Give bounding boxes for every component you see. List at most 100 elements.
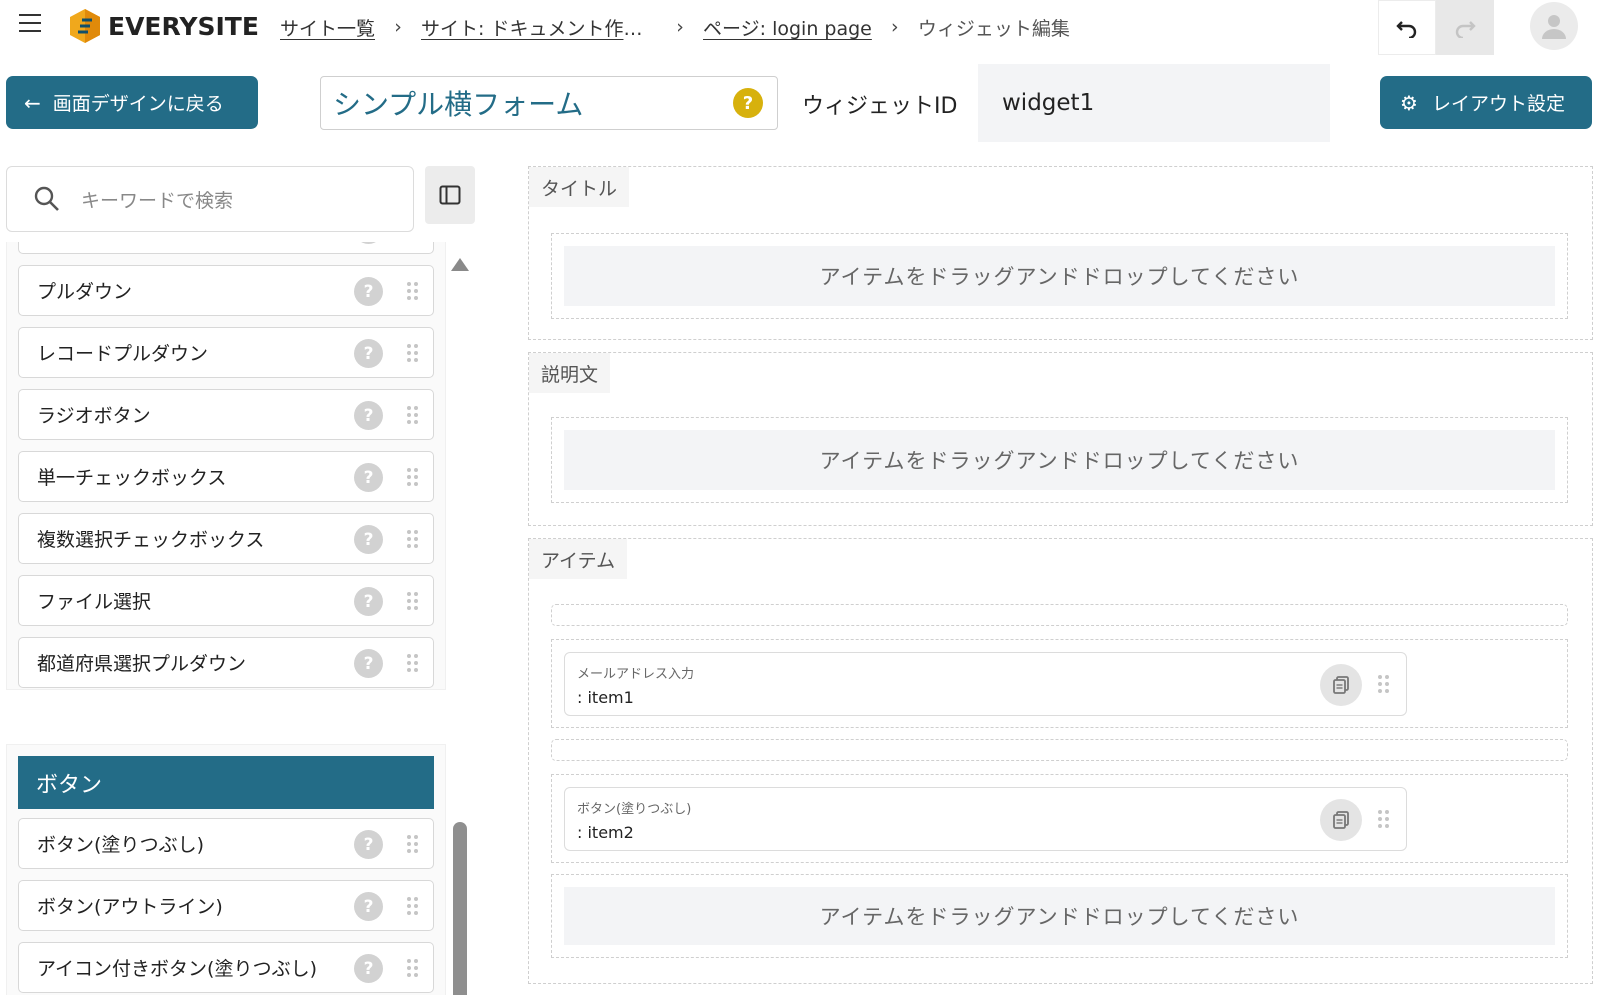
drop-area[interactable]: アイテムをドラッグアンドドロップしてください [551,417,1568,503]
drop-area[interactable]: アイテムをドラッグアンドドロップしてください [551,874,1568,958]
item-type-label: メールアドレス入力 [577,667,695,682]
copy-icon [1333,811,1349,829]
list-item-button-outline[interactable]: ボタン(アウトライン) ? [18,880,434,931]
undo-button[interactable] [1378,0,1436,55]
item-type-label: ボタン(塗りつぶし) [577,802,692,817]
zone-title: タイトル アイテムをドラッグアンドドロップしてください [528,166,1593,340]
list-item-pulldown[interactable]: プルダウン ? [18,265,434,316]
list-item-single-checkbox[interactable]: 単一チェックボックス ? [18,451,434,502]
help-icon[interactable]: ? [354,463,383,492]
help-icon[interactable]: ? [354,649,383,678]
list-item-label: アイコン付きボタン(塗りつぶし) [37,958,318,980]
list-item-label: ファイル選択 [37,591,152,613]
search-input[interactable]: キーワードで検索 [6,166,414,232]
item-name-label: : item1 [577,688,634,707]
user-icon [1542,15,1566,39]
help-icon[interactable]: ? [354,892,383,921]
button-components-group: ボタン ボタン(塗りつぶし) ? ボタン(アウトライン) ? アイコン付きボタン… [6,744,446,995]
zone-label: アイテム [529,539,628,579]
back-to-screen-design-button[interactable]: ← 画面デザインに戻る [6,76,258,129]
help-icon[interactable]: ? [733,88,763,118]
zone-description: 説明文 アイテムをドラッグアンドドロップしてください [528,352,1593,526]
help-icon[interactable]: ? [354,587,383,616]
list-item-hidden[interactable] [18,242,434,254]
chevron-right-icon: › [394,16,402,38]
chevron-right-icon: › [891,16,899,38]
list-item-icon-button-filled[interactable]: アイコン付きボタン(塗りつぶし) ? [18,942,434,993]
section-header-buttons[interactable]: ボタン [18,756,434,809]
logo-text: EVERYSITE [108,11,259,41]
widget-id-label: ウィジェットID [802,94,958,119]
list-item-record-pulldown[interactable]: レコードプルダウン ? [18,327,434,378]
insert-slot[interactable] [551,604,1568,626]
list-item-file-select[interactable]: ファイル選択 ? [18,575,434,626]
gear-icon: ⚙ [1400,90,1418,115]
widget-name-value: シンプル横フォーム [333,88,584,121]
list-item-label: ラジオボタン [37,405,151,427]
drag-handle-icon[interactable] [407,282,419,300]
search-placeholder: キーワードで検索 [81,189,234,212]
logo-mark-icon [70,9,100,43]
scroll-up-arrow-icon[interactable] [451,258,469,271]
breadcrumb-current: ウィジェット編集 [917,17,1070,40]
hamburger-icon[interactable] [19,12,43,36]
drag-handle-icon[interactable] [407,959,419,977]
drop-hint: アイテムをドラッグアンドドロップしてください [564,887,1555,945]
drag-handle-icon[interactable] [1378,810,1390,828]
list-item-prefecture-pulldown[interactable]: 都道府県選択プルダウン ? [18,637,434,688]
component-list[interactable]: プルダウン ? レコードプルダウン ? ラジオボタン ? 単一チェックボックス … [6,242,446,995]
copy-button[interactable] [1320,664,1362,706]
drag-handle-icon[interactable] [1378,675,1390,693]
list-item-label: プルダウン [37,281,133,303]
list-item-label: 単一チェックボックス [37,467,227,489]
widget-name-input[interactable]: シンプル横フォーム ? [320,76,778,130]
drag-handle-icon[interactable] [407,897,419,915]
drag-handle-icon[interactable] [407,468,419,486]
insert-slot[interactable] [551,739,1568,761]
redo-button[interactable] [1436,0,1494,55]
user-avatar[interactable] [1530,2,1578,50]
undo-icon [1396,20,1417,38]
list-item-radio-button[interactable]: ラジオボタン ? [18,389,434,440]
drop-hint: アイテムをドラッグアンドドロップしてください [564,430,1555,490]
help-icon[interactable]: ? [354,954,383,983]
drag-handle-icon[interactable] [407,835,419,853]
help-icon[interactable]: ? [354,525,383,554]
help-icon[interactable]: ? [354,339,383,368]
widget-id-field[interactable]: widget1 [978,64,1330,142]
drag-handle-icon[interactable] [407,592,419,610]
breadcrumb-site[interactable]: サイト: ドキュメント作成用 ワークスペース [421,14,657,41]
drag-handle-icon[interactable] [407,530,419,548]
list-item-label: 都道府県選択プルダウン [37,653,247,675]
scrollbar-thumb[interactable] [453,822,467,995]
breadcrumb: サイト一覧 › サイト: ドキュメント作成用 ワークスペース › ページ: lo… [280,12,1070,42]
list-item-label: ボタン(アウトライン) [37,896,223,918]
back-button-label: 画面デザインに戻る [52,93,224,115]
drag-handle-icon[interactable] [407,406,419,424]
zone-items: アイテム メールアドレス入力 : item1 ボタン(塗りつぶし) : item… [528,538,1593,984]
breadcrumb-page[interactable]: ページ: login page [703,14,872,41]
list-item-button-filled[interactable]: ボタン(塗りつぶし) ? [18,818,434,869]
item-name-label: : item2 [577,823,634,842]
copy-button[interactable] [1320,799,1362,841]
chevron-right-icon: › [676,16,684,38]
help-icon[interactable]: ? [354,830,383,859]
help-icon[interactable]: ? [354,277,383,306]
search-icon [34,186,59,211]
layout-settings-button[interactable]: ⚙ レイアウト設定 [1380,76,1592,129]
everysite-logo[interactable]: EVERYSITE [68,8,259,44]
drag-handle-icon[interactable] [407,654,419,672]
item-card-email[interactable]: メールアドレス入力 : item1 [564,652,1407,716]
list-item-multi-checkbox[interactable]: 複数選択チェックボックス ? [18,513,434,564]
list-item-label: レコードプルダウン [37,343,209,365]
drop-area[interactable]: アイテムをドラッグアンドドロップしてください [551,233,1568,319]
breadcrumb-site-list[interactable]: サイト一覧 [280,14,375,41]
drag-handle-icon[interactable] [407,344,419,362]
help-icon[interactable]: ? [354,401,383,430]
panel-toggle-button[interactable] [425,166,475,224]
copy-icon [1333,676,1349,694]
zone-label: タイトル [529,167,630,207]
help-icon[interactable] [354,242,383,244]
list-item-label: ボタン(塗りつぶし) [37,834,205,856]
item-card-button[interactable]: ボタン(塗りつぶし) : item2 [564,787,1407,851]
